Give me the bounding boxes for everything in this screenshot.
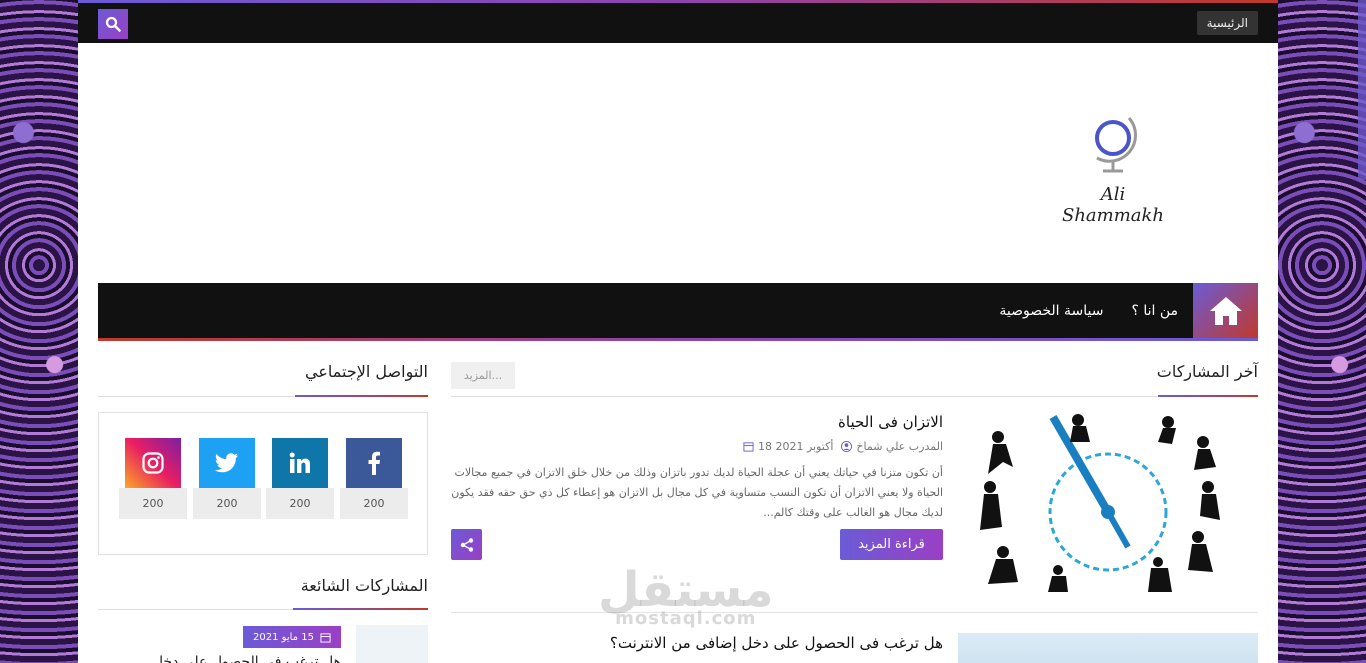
facebook-icon [346, 438, 402, 488]
background-pattern-left [0, 0, 78, 663]
twitter-count: 200 [193, 488, 261, 519]
site-logo[interactable]: Ali Shammakh [1053, 108, 1173, 226]
watermark-latin: mostaql.com [615, 608, 757, 629]
main-navigation: من انا ؟ سياسة الخصوصية [98, 283, 1258, 341]
twitter-icon [199, 438, 255, 488]
post-date-text: 18 أكتوبر 2021 [757, 440, 834, 453]
nav-item-about[interactable]: من انا ؟ [1131, 303, 1178, 319]
nav-item-privacy[interactable]: سياسة الخصوصية [999, 303, 1103, 319]
post-date: 18 أكتوبر 2021 [743, 440, 833, 453]
mostaql-watermark: مستقل mostaql.com [598, 566, 774, 628]
top-home-link[interactable]: الرئيسية [1196, 11, 1258, 35]
post-thumbnail[interactable] [958, 412, 1258, 592]
read-more-button[interactable]: قراءة المزيد [840, 529, 943, 560]
background-pattern-right [1278, 0, 1366, 663]
share-icon [460, 537, 473, 552]
top-bar: الرئيسية [78, 0, 1278, 43]
calendar-icon [743, 442, 754, 452]
post-meta: المدرب علي شماخ 18 أكتوبر 2021 [743, 440, 943, 453]
more-button[interactable]: المزيد... [451, 362, 515, 389]
latest-posts-title: آخر المشاركات [1156, 362, 1258, 381]
post-title[interactable]: الاتزان فى الحياة [838, 413, 943, 431]
social-title-accent [295, 395, 428, 397]
search-icon [105, 16, 121, 32]
user-icon [841, 441, 853, 452]
popular-post-date-text: 15 مايو 2021 [253, 631, 314, 643]
search-button[interactable] [98, 9, 128, 39]
latest-title-accent [1158, 395, 1258, 397]
facebook-count: 200 [340, 488, 408, 519]
popular-posts-title: المشاركات الشائعة [300, 576, 428, 595]
post-title-2[interactable]: هل ترغب فى الحصول على دخل إضافى من الانت… [610, 634, 943, 652]
post-thumbnail-2[interactable] [958, 633, 1258, 663]
nav-menu: من انا ؟ سياسة الخصوصية [999, 283, 1178, 338]
latest-title-rule [451, 396, 1258, 397]
page-container: الرئيسية Ali Shammakh من انا ؟ سياسة الخ… [78, 0, 1278, 663]
instagram-icon [125, 438, 181, 488]
post-excerpt: أن تكون متزنا في حياتك يعني أن عجلة الحي… [451, 466, 943, 519]
linkedin-link[interactable]: 200 [266, 438, 334, 519]
share-button[interactable] [451, 529, 482, 560]
clock-runners-illustration [980, 414, 1220, 592]
facebook-link[interactable]: 200 [340, 438, 408, 519]
calendar-icon [320, 632, 331, 643]
popular-post-title[interactable]: هل ترغب فى الحصول على دخل [98, 654, 341, 663]
nav-home-button[interactable] [1193, 283, 1258, 338]
site-header: Ali Shammakh [78, 43, 1278, 283]
twitter-link[interactable]: 200 [193, 438, 261, 519]
linkedin-count: 200 [266, 488, 334, 519]
home-icon [1209, 296, 1242, 325]
scrollbar-thumb[interactable] [1358, 0, 1366, 180]
watermark-arabic: مستقل [598, 562, 774, 618]
logo-text: Ali Shammakh [1061, 184, 1165, 226]
popular-title-accent [293, 608, 428, 610]
social-box: 200 200 200 200 [98, 412, 428, 555]
popular-post-date: 15 مايو 2021 [243, 626, 341, 648]
instagram-link[interactable]: 200 [119, 438, 187, 519]
post-author-name: المدرب علي شماخ [856, 440, 943, 453]
linkedin-icon [272, 438, 328, 488]
post-divider [451, 612, 1258, 613]
popular-post-thumbnail[interactable] [356, 625, 428, 663]
post-author[interactable]: المدرب علي شماخ [841, 440, 943, 453]
instagram-count: 200 [119, 488, 187, 519]
social-title: التواصل الإجتماعي [305, 362, 428, 381]
globe-logo-icon [1095, 117, 1137, 173]
